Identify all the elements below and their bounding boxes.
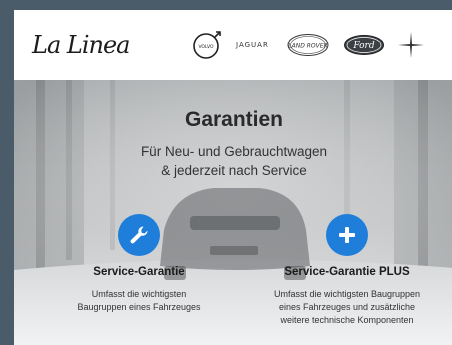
plus-icon [326,214,368,256]
page-title: Garantien [184,108,284,131]
page-frame: La Linea VOLVO JAGUAR LAND ROVER Ford Ga… [14,10,452,345]
volvo-logo-icon[interactable]: VOLVO [190,28,224,62]
brand-logos: VOLVO JAGUAR LAND ROVER Ford [190,28,425,62]
ford-wordmark: Ford [352,41,374,51]
feature-desc-line: Umfasst die wichtigsten Baugruppen [273,289,421,299]
feature-service-garantie[interactable]: Service-Garantie Umfasst die wichtigsten… [34,214,244,314]
subtitle-line: Für Neu- und Gebrauchtwagen [140,144,328,159]
jaguar-wordmark[interactable]: JAGUAR [236,41,269,49]
subtitle-line: & jederzeit nach Service [161,163,307,178]
feature-title: Service-Garantie PLUS [284,266,410,278]
feature-service-garantie-plus[interactable]: Service-Garantie PLUS Umfasst die wichti… [252,214,442,327]
feature-description: Umfasst die wichtigsten Baugruppen eines… [252,288,442,327]
volvo-wordmark: VOLVO [198,44,214,50]
site-header: La Linea VOLVO JAGUAR LAND ROVER Ford [14,10,452,80]
feature-title: Service-Garantie [93,266,185,278]
feature-desc-line: Umfasst die wichtigsten [91,289,187,299]
la-linea-logo[interactable]: La Linea [32,31,150,59]
ford-logo-icon[interactable]: Ford [343,34,385,56]
feature-description: Umfasst die wichtigsten Baugruppen eines… [34,288,244,314]
land-rover-logo-icon[interactable]: LAND ROVER [287,33,329,57]
feature-desc-line: Baugruppen eines Fahrzeuges [77,302,201,312]
land-rover-wordmark: LAND ROVER [288,43,327,50]
wrench-icon [118,214,160,256]
feature-desc-line: eines Fahrzeuges und zusätzliche [278,302,416,312]
polestar-logo-icon[interactable] [397,31,425,59]
page-subtitle: Für Neu- und Gebrauchtwagen & jederzeit … [14,142,452,180]
feature-desc-line: weitere technische Komponenten [280,315,414,325]
hero-banner: Garantien Für Neu- und Gebrauchtwagen & … [14,80,452,345]
